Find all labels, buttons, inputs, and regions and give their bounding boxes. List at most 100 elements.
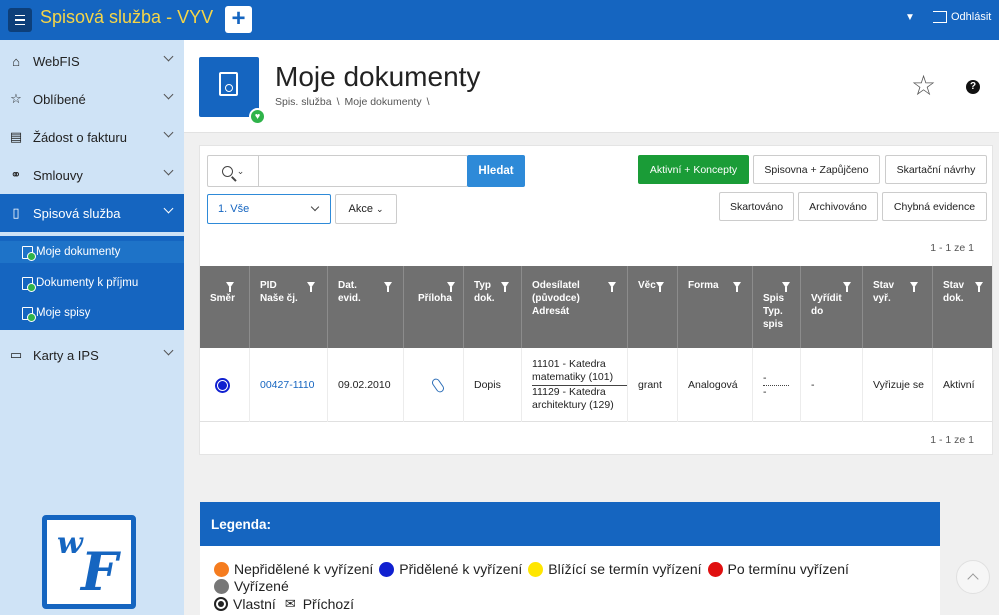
submenu-item-documents-to-receive[interactable]: Dokumenty k příjmu (22, 272, 138, 294)
actions-button[interactable]: Akce ⌄ (335, 194, 397, 224)
pagination-info: 1 - 1 ze 1 (930, 242, 974, 254)
filter-icon[interactable] (733, 279, 741, 292)
column-file[interactable]: Spis Typ. spis (753, 266, 801, 348)
search-box: ⌄ (207, 155, 468, 187)
legend-item-label: Po termínu vyřízení (727, 561, 849, 577)
incoming-mail-icon: ✉ (284, 596, 296, 611)
legend-item-label: Vyřízené (234, 578, 289, 594)
red-dot-icon (707, 561, 723, 577)
submenu-item-label: Dokumenty k příjmu (36, 277, 139, 289)
handshake-icon: ⚭ (10, 167, 22, 182)
add-button[interactable]: + (225, 6, 252, 33)
filter-icon[interactable] (656, 279, 664, 292)
pagination-info: 1 - 1 ze 1 (930, 434, 974, 446)
search-input[interactable] (260, 157, 465, 185)
sidebar-item-label: Spisová služba (33, 205, 121, 221)
breadcrumb-item[interactable]: Spis. služba (275, 96, 332, 108)
filter-active-drafts-button[interactable]: Aktivní + Koncepty (638, 155, 749, 184)
page-document-icon: ♥ (199, 57, 266, 125)
app-title[interactable]: Spisová služba - VYV (40, 7, 213, 28)
sidebar-item-cards-ips[interactable]: ▭ Karty a IPS (0, 336, 184, 374)
help-icon[interactable]: ? (966, 80, 980, 94)
webfis-logo: wF (42, 515, 136, 609)
logout-icon (933, 11, 947, 23)
scroll-to-top-button[interactable] (956, 560, 990, 594)
search-column-dropdown[interactable]: ⌄ (208, 156, 259, 186)
heart-badge-icon: ♥ (249, 108, 266, 125)
direction-own-radio-icon[interactable] (215, 377, 230, 393)
column-subject[interactable]: Věc (628, 266, 678, 348)
column-form[interactable]: Forma (678, 266, 753, 348)
column-document-status[interactable]: Stav dok. (933, 266, 992, 348)
view-select[interactable]: 1. Vše (207, 194, 331, 224)
menu-toggle-button[interactable] (8, 8, 32, 32)
sidebar-item-invoice-request[interactable]: ▤ Žádost o fakturu (0, 118, 184, 156)
column-pid[interactable]: PID Naše čj. (250, 266, 328, 348)
sidebar-item-webfis[interactable]: ⌂ WebFIS (0, 42, 184, 80)
search-button[interactable]: Hledat (467, 155, 525, 187)
submenu-item-my-files[interactable]: Moje spisy (22, 302, 90, 324)
pid-cell[interactable]: 00427-1110 (250, 348, 328, 422)
column-attachment[interactable]: Příloha (404, 266, 464, 348)
filter-icon[interactable] (384, 279, 392, 292)
filter-error-records-button[interactable]: Chybná evidence (882, 192, 987, 221)
filter-archive-lent-button[interactable]: Spisovna + Zapůjčeno (753, 155, 880, 184)
sidebar-item-contracts[interactable]: ⚭ Smlouvy (0, 156, 184, 194)
subject-cell: grant (628, 348, 678, 422)
favorite-star-icon[interactable]: ☆ (911, 72, 936, 100)
top-bar: Spisová služba - VYV + ▼ Odhlásit (0, 0, 999, 40)
submenu-item-my-documents[interactable]: Moje dokumenty (0, 241, 184, 263)
file-value: - (763, 385, 767, 398)
filter-icon[interactable] (447, 279, 455, 292)
logout-button[interactable]: Odhlásit (933, 11, 991, 23)
chevron-down-icon (310, 202, 320, 212)
filter-icon[interactable] (782, 279, 790, 292)
own-radio-icon (214, 597, 228, 611)
direction-cell[interactable] (200, 348, 250, 422)
star-icon: ☆ (10, 91, 22, 106)
logout-label: Odhlásit (951, 11, 992, 23)
page-title: Moje dokumenty (275, 61, 481, 92)
column-handling-status[interactable]: Stav vyř. (863, 266, 933, 348)
sidebar: ⌂ WebFIS ☆ Oblíbené ▤ Žádost o fakturu ⚭… (0, 40, 184, 615)
legend-incoming-label: Příchozí (302, 596, 355, 612)
column-document-type[interactable]: Typ dok. (464, 266, 522, 348)
orange-dot-icon (214, 561, 229, 577)
column-direction[interactable]: Směr (200, 266, 250, 348)
yellow-dot-icon (528, 561, 544, 577)
column-due-date[interactable]: Vyřídit do (801, 266, 863, 348)
document-status-cell: Aktivní (943, 378, 975, 391)
document-icon: ▯ (12, 205, 20, 220)
chevron-down-icon (163, 165, 174, 176)
attachment-cell[interactable] (404, 348, 464, 422)
sidebar-item-records-service[interactable]: ▯ Spisová služba (0, 194, 184, 232)
breadcrumb-separator: \ (336, 96, 340, 108)
table-header: Směr PID Naše čj. Dat. evid. Příloha Typ… (200, 266, 992, 348)
filter-icon[interactable] (608, 279, 616, 292)
column-record-date[interactable]: Dat. evid. (328, 266, 404, 348)
filter-shredding-proposals-button[interactable]: Skartační návrhy (885, 155, 987, 184)
legend-colors: Nepřidělené k vyřízení Přidělené k vyříz… (214, 561, 849, 577)
pid-link[interactable]: 00427-1110 (260, 379, 315, 392)
sidebar-item-favorites[interactable]: ☆ Oblíbené (0, 80, 184, 118)
chevron-down-icon (163, 127, 174, 138)
table-row[interactable]: 00427-1110 09.02.2010 Dopis 11101 - Kate… (200, 348, 992, 422)
form-cell: Analogová (678, 348, 753, 422)
filter-icon[interactable] (226, 279, 234, 292)
filter-icon[interactable] (975, 279, 983, 292)
column-sender-recipient[interactable]: Odesílatel (původce) Adresát (522, 266, 628, 348)
user-menu-caret-icon[interactable]: ▼ (905, 12, 915, 23)
card-icon: ▭ (9, 347, 23, 362)
paperclip-icon[interactable] (430, 376, 446, 394)
filter-icon[interactable] (910, 279, 918, 292)
date-cell: 09.02.2010 (328, 348, 404, 422)
actions-label: Akce (348, 203, 373, 215)
filter-icon[interactable] (843, 279, 851, 292)
filter-icon[interactable] (307, 279, 315, 292)
filter-shredded-button[interactable]: Skartováno (719, 192, 794, 221)
invoice-icon: ▤ (9, 129, 23, 144)
filter-archived-button[interactable]: Archivováno (798, 192, 878, 221)
filter-icon[interactable] (501, 279, 509, 292)
breadcrumb-item[interactable]: Moje dokumenty (345, 96, 422, 108)
file-cell: - - (753, 348, 801, 422)
